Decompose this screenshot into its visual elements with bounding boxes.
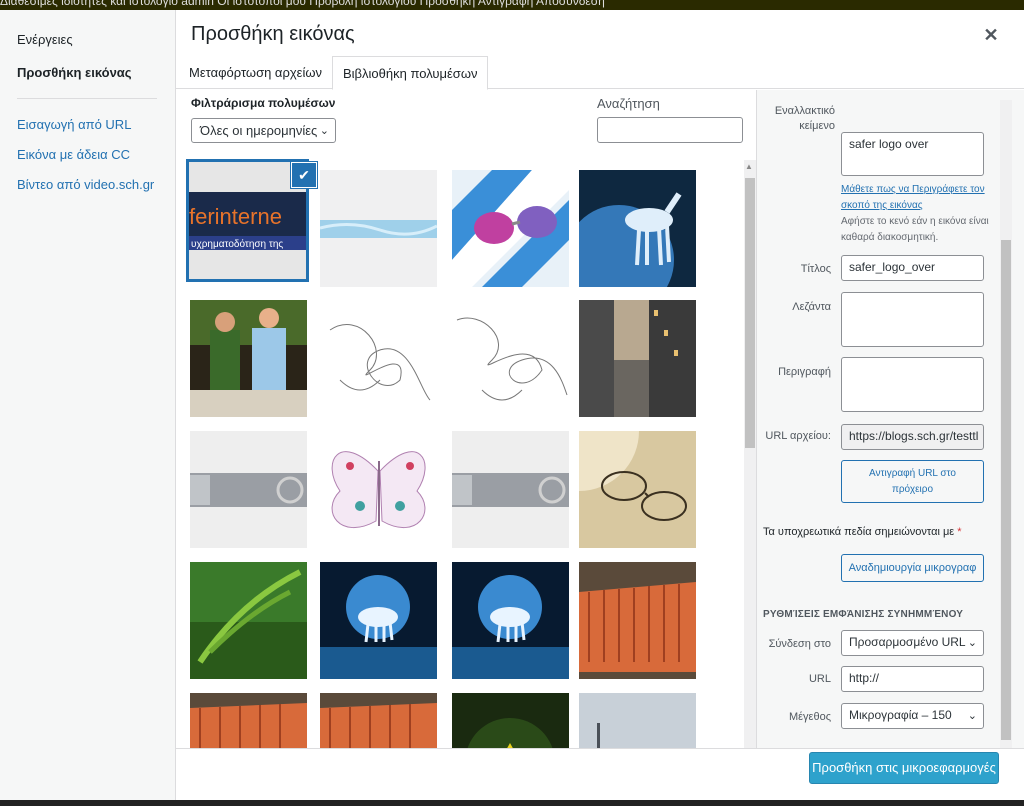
title-label: Τίτλος [800,263,831,275]
attachment-thumbnail[interactable] [579,431,696,548]
menu-item-video-sch[interactable]: Βίντεο από video.sch.gr [17,177,154,192]
frame-title: Προσθήκη εικόνας [191,23,355,45]
size-value: Μικρογραφία – 150 [849,708,952,722]
unicorn-water-image-2 [452,562,569,679]
attachment-thumbnail[interactable] [320,562,437,679]
glasses-on-paper-image [579,431,696,548]
menu-heading-actions: Ενέργειες [17,32,73,47]
admin-bar: Διαθέσιμες ιδιότητες και ιστολόγιο admin… [0,0,1024,10]
description-label: Περιγραφή [778,366,831,378]
chevron-down-icon: ⌄ [319,125,329,137]
required-star: * [957,526,962,538]
fern-image [190,562,307,679]
alt-text-help-link[interactable]: Μάθετε πως να Περιγράφετε τον σκοπό της … [841,182,991,214]
insert-into-widgets-button[interactable]: Προσθήκη στις μικροεφαρμογές [809,752,999,784]
link-to-select[interactable]: Προσαρμοσμένο URL ⌄ [841,630,984,656]
attachment-details-sidebar: Εναλλακτικό κείμενο safer logo over Μάθε… [756,90,1024,758]
scribble-image-2 [452,300,569,417]
chevron-down-icon: ⌄ [967,710,977,722]
attachment-thumbnail[interactable] [579,300,696,417]
unicorn-water-image-1 [320,562,437,679]
attachment-thumbnail[interactable]: ferinterne υχρηματοδότηση της [189,162,306,279]
media-router: Μεταφόρτωση αρχείων Βιβλιοθήκη πολυμέσων [176,56,1024,90]
alt-text-field[interactable]: safer logo over [841,132,984,176]
svg-text:υχρηματοδότηση της: υχρηματοδότηση της [191,238,283,250]
grid-scrollbar[interactable]: ▲ ▼ [744,160,756,758]
grey-banner-image-2 [452,431,569,548]
menu-separator [17,98,157,99]
attachment-thumbnail[interactable] [452,170,569,287]
grey-banner-image-1 [190,431,307,548]
date-filter-select[interactable]: Όλες οι ημερομηνίες ⌄ [191,118,336,143]
attachments-grid: ferinterne υχρηματοδότηση της ✔ [176,150,756,758]
search-input[interactable] [597,117,743,143]
attachment-thumbnail[interactable] [452,300,569,417]
size-label: Μέγεθος [788,711,831,723]
attachment-thumbnail[interactable] [452,562,569,679]
attachment-thumbnail[interactable] [190,300,307,417]
city-street-image [579,300,696,417]
sunglasses-image [452,170,569,287]
attachment-thumbnail[interactable] [452,431,569,548]
alt-text-help-text: Αφήστε το κενό εάν η εικόνα είναι καθαρά… [841,216,989,243]
caption-label: Λεζάντα [792,301,831,313]
required-note: Τα υποχρεωτικά πεδία σημειώνονται με * [763,526,962,538]
title-field[interactable]: safer_logo_over [841,255,984,281]
close-icon[interactable]: ✕ [980,24,1002,46]
scribble-image-1 [320,300,437,417]
chevron-down-icon: ⌄ [967,637,977,649]
link-to-label: Σύνδεση στο [768,638,831,650]
safer-logo-image: ferinterne υχρηματοδότηση της [189,162,306,279]
butterfly-drawing-image [320,431,437,548]
attachment-thumbnail[interactable] [190,431,307,548]
tab-media-library[interactable]: Βιβλιοθήκη πολυμέσων [332,56,489,90]
required-note-text: Τα υποχρεωτικά πεδία σημειώνονται με [763,526,955,538]
search-label: Αναζήτηση [597,96,660,111]
grid-scrollbar-thumb[interactable] [745,178,755,448]
attachment-thumbnail[interactable] [579,562,696,679]
display-settings-heading: Ρυθμίσεις εμφάνισης συνημμένου [763,609,964,620]
regenerate-thumbnails-button[interactable]: Αναδημιουργία μικρογραφ [841,554,984,582]
attachment-thumbnail[interactable] [190,562,307,679]
unicorn-blue-image [579,170,696,287]
size-select[interactable]: Μικρογραφία – 150 ⌄ [841,703,984,729]
link-to-value: Προσαρμοσμένο URL [849,635,966,649]
attachment-thumbnail[interactable] [320,300,437,417]
link-url-field[interactable]: http:// [841,666,984,692]
attachment-thumbnail[interactable] [320,431,437,548]
media-menu: Ενέργειες Προσθήκη εικόνας Εισαγωγή από … [0,10,176,802]
attachment-thumbnail[interactable] [579,170,696,287]
menu-item-insert-from-url[interactable]: Εισαγωγή από URL [17,117,131,132]
description-field[interactable] [841,357,984,412]
carrots-image-1 [579,562,696,679]
sidebar-scrollbar-thumb[interactable] [1001,240,1011,740]
alt-text-label: Εναλλακτικό κείμενο [774,105,835,132]
menu-item-cc-image[interactable]: Εικόνα με άδεια CC [17,147,130,162]
blue-stripe-image [320,170,437,287]
peter-pan-image [190,300,307,417]
filter-label: Φιλτράρισμα πολυμέσων [191,96,336,110]
file-url-field[interactable]: https://blogs.sch.gr/testtl [841,424,984,450]
scroll-up-icon[interactable]: ▲ [745,162,753,171]
attachment-thumbnail[interactable] [320,170,437,287]
selected-check-icon[interactable]: ✔ [292,163,316,187]
backdrop-edge [0,800,1024,806]
svg-text:ferinterne: ferinterne [189,204,282,229]
date-filter-value: Όλες οι ημερομηνίες [200,123,318,138]
sidebar-scrollbar[interactable] [1000,100,1012,752]
copy-url-button[interactable]: Αντιγραφή URL στο πρόχειρο [841,460,984,503]
caption-field[interactable] [841,292,984,347]
menu-item-add-image[interactable]: Προσθήκη εικόνας [17,65,132,80]
tab-upload-files[interactable]: Μεταφόρτωση αρχείων [179,56,332,89]
file-url-label: URL αρχείου: [765,430,831,442]
admin-bar-text: Διαθέσιμες ιδιότητες και ιστολόγιο admin… [0,0,605,8]
media-modal: Ενέργειες Προσθήκη εικόνας Εισαγωγή από … [0,10,1024,802]
link-url-label: URL [808,673,831,685]
